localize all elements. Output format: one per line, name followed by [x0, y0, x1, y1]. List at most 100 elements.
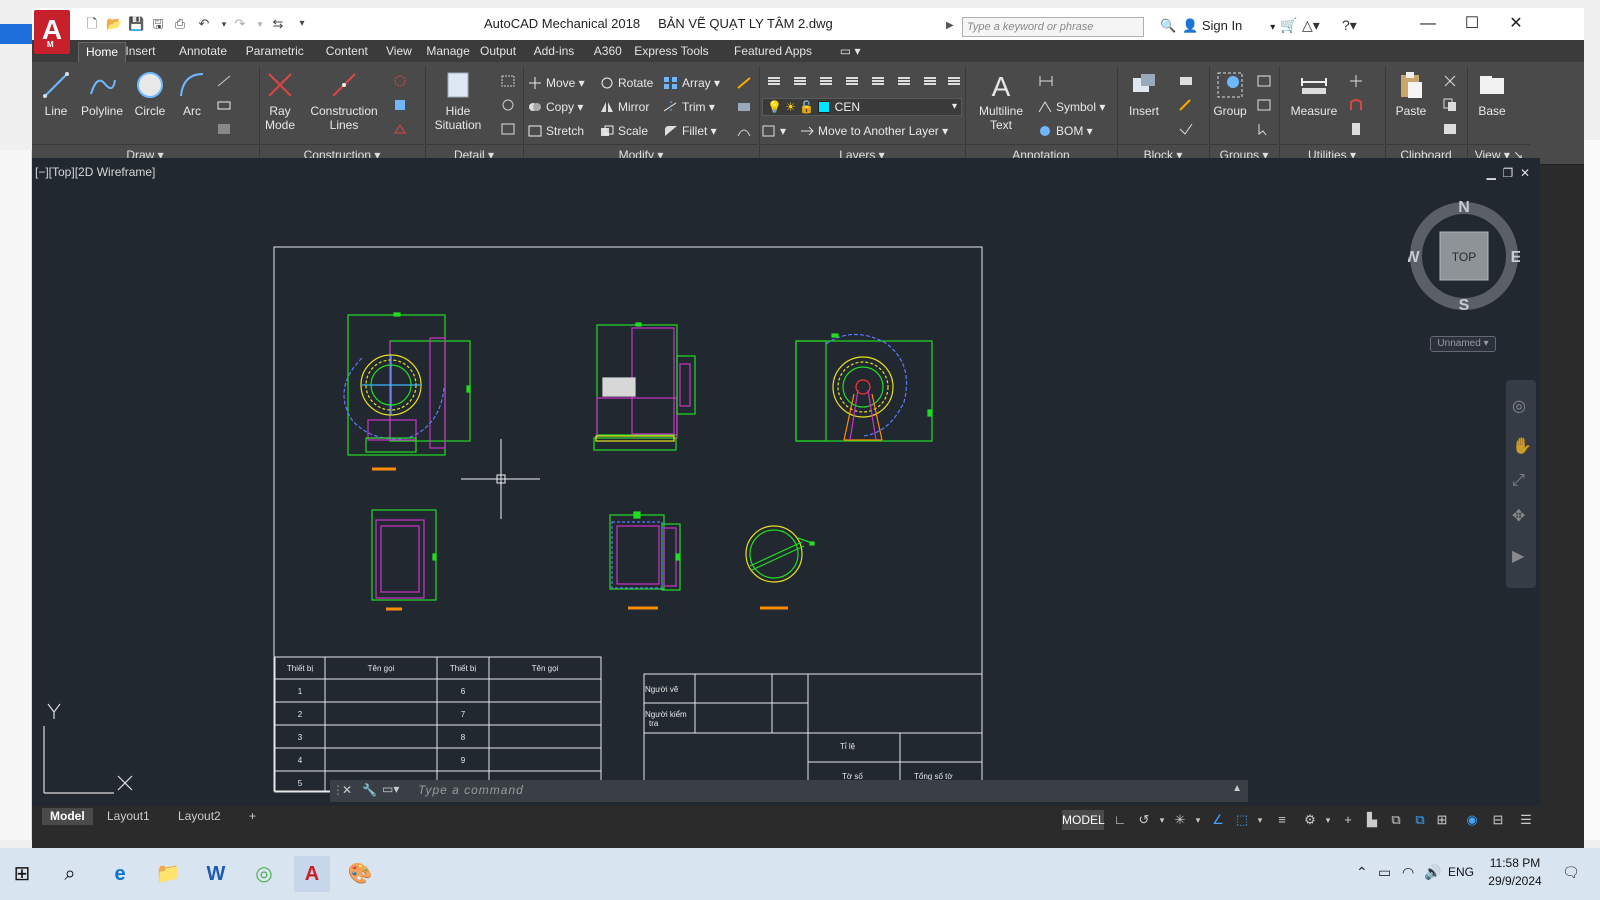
dynamic-input-icon[interactable]: ⬚	[1234, 812, 1250, 828]
hatch-icon[interactable]	[216, 122, 232, 136]
layer-state-icon[interactable]	[792, 74, 808, 88]
quick-select-icon[interactable]	[1348, 74, 1364, 88]
undo-icon[interactable]: ↶	[196, 16, 212, 32]
paint-icon[interactable]: 🎨	[342, 856, 378, 892]
layer-walk-icon[interactable]	[946, 74, 962, 88]
a360-icon[interactable]: △▾	[1302, 17, 1320, 34]
qat-customize-icon[interactable]: ▾	[294, 16, 310, 32]
move-button[interactable]: Move ▾	[528, 74, 585, 92]
taskbar-clock[interactable]: 11:58 PM 29/9/2024	[1482, 854, 1548, 890]
properties-icon[interactable]: ⊟	[1490, 812, 1506, 828]
inlet-box-view[interactable]	[609, 511, 681, 610]
save-icon[interactable]: 💾	[128, 16, 144, 32]
maximize-button[interactable]: ☐	[1450, 12, 1494, 36]
cart-icon[interactable]: 🛒	[1280, 17, 1297, 34]
isolate-objects-icon[interactable]: ▙	[1364, 812, 1380, 828]
minimize-button[interactable]: —	[1406, 12, 1450, 36]
add-layout-icon[interactable]: +	[241, 808, 264, 825]
arc-button[interactable]: Arc	[176, 70, 208, 118]
open-file-icon[interactable]: 📂	[106, 16, 122, 32]
model-space-button[interactable]: MODEL	[1062, 810, 1105, 830]
copy-with-base-icon[interactable]	[1442, 122, 1458, 136]
units-icon[interactable]: ◉	[1464, 812, 1480, 828]
close-command-line-icon[interactable]: ✕	[342, 783, 352, 797]
tab-output[interactable]: Output	[473, 42, 523, 62]
scale-button[interactable]: Scale	[600, 122, 648, 140]
fan-rear-view[interactable]	[795, 333, 933, 442]
tab-view[interactable]: View	[379, 42, 419, 62]
break-icon[interactable]	[500, 122, 516, 136]
search-expand-icon[interactable]: ▶	[946, 20, 954, 31]
tab-annotate[interactable]: Annotate	[172, 42, 234, 62]
calculator-icon[interactable]	[1348, 122, 1364, 136]
copy-clip-icon[interactable]	[1442, 98, 1458, 112]
osnap-dropdown-icon[interactable]: ▾	[1190, 812, 1206, 828]
layer-properties-icon[interactable]	[766, 74, 782, 88]
app-green-icon[interactable]: ◎	[246, 856, 282, 892]
layout-tab-model[interactable]: Model	[42, 808, 93, 825]
layer-isolate-icon[interactable]	[818, 74, 834, 88]
block-attribute-icon[interactable]	[1178, 122, 1194, 136]
wifi-icon[interactable]: ◠	[1402, 864, 1414, 881]
multiline-text-button[interactable]: A Multiline Text	[970, 70, 1032, 132]
offset-icon[interactable]	[736, 124, 752, 138]
annotation-plus-icon[interactable]: +	[1340, 812, 1356, 828]
binoculars-icon[interactable]: 🔍	[1160, 18, 1176, 34]
group-button[interactable]: Group	[1212, 70, 1248, 118]
help-icon[interactable]: ?▾	[1342, 17, 1357, 34]
undo-dropdown-icon[interactable]: ▾	[216, 16, 232, 32]
construction-circle-icon[interactable]	[392, 74, 408, 88]
drawing-canvas[interactable]: Thiết bị Tên gọi Thiết bị Tên gọi 1 6 2 …	[32, 158, 1540, 806]
share-icon[interactable]: ⇆	[270, 16, 286, 32]
autocad-taskbar-icon[interactable]: A	[294, 856, 330, 892]
command-line[interactable]: ⋮ ✕ 🔧 ▭▾ Type a command ▲	[330, 780, 1248, 802]
workspace-gear-icon[interactable]: ⚙	[1302, 812, 1318, 828]
cut-icon[interactable]	[1442, 74, 1458, 88]
search-icon[interactable]: ⌕	[52, 856, 88, 892]
move-to-another-layer-button[interactable]: Move to Another Layer ▾	[800, 122, 948, 140]
layer-freeze-icon[interactable]	[870, 74, 886, 88]
close-button[interactable]: ✕	[1494, 12, 1538, 36]
hardware-acceleration-icon[interactable]: ⧉	[1388, 812, 1404, 828]
create-block-icon[interactable]	[1178, 74, 1194, 88]
layer-match-button[interactable]: ▾	[762, 122, 786, 140]
search-input[interactable]: Type a keyword or phrase	[962, 17, 1144, 37]
tab-insert[interactable]: Insert	[118, 42, 162, 62]
layer-match-icon[interactable]	[922, 74, 938, 88]
drawing-viewport[interactable]: [−][Top][2D Wireframe] ▁ ❐ ✕ TOP N S E W…	[32, 158, 1540, 806]
save-as-icon[interactable]: 🖫	[150, 16, 166, 32]
notifications-icon[interactable]: 🗨	[1562, 864, 1580, 881]
snap-dropdown-icon[interactable]: ▾	[1252, 812, 1268, 828]
tab-express-tools[interactable]: Express Tools	[627, 42, 715, 62]
ribbon-display-toggle-icon[interactable]: ▭ ▾	[833, 42, 868, 62]
layer-dropdown[interactable]: 💡 ☀ 🔓 CEN ▾	[762, 98, 962, 116]
clean-screen-icon[interactable]: ⧉	[1412, 812, 1428, 828]
measure-button[interactable]: Measure	[1286, 70, 1342, 118]
layer-off-icon[interactable]	[896, 74, 912, 88]
command-input[interactable]: Type a command	[418, 783, 524, 797]
group-edit-icon[interactable]	[1256, 98, 1272, 112]
insert-block-button[interactable]: Insert	[1122, 70, 1166, 118]
mirror-button[interactable]: Mirror	[600, 98, 649, 116]
word-icon[interactable]: W	[198, 856, 234, 892]
fillet-button[interactable]: Fillet ▾	[664, 122, 717, 140]
tab-featured-apps[interactable]: Featured Apps	[727, 42, 819, 62]
construction-box-icon[interactable]	[392, 98, 408, 112]
group-select-icon[interactable]	[1256, 122, 1272, 136]
fan-side-view[interactable]	[593, 322, 696, 451]
explode-icon[interactable]	[736, 76, 752, 90]
base-view-button[interactable]: Base	[1472, 70, 1512, 118]
erase-icon[interactable]	[736, 100, 752, 114]
point-style-icon[interactable]	[1348, 98, 1364, 112]
fan-front-view[interactable]	[343, 312, 471, 471]
workspace-dropdown-icon[interactable]: ▾	[1320, 812, 1336, 828]
layout-tab-layout1[interactable]: Layout1	[99, 808, 158, 825]
customize-wrench-icon[interactable]: 🔧	[362, 783, 377, 797]
housing-top-view[interactable]	[371, 509, 437, 611]
sign-in-button[interactable]: 👤 Sign In ▾	[1182, 18, 1275, 34]
rotate-button[interactable]: Rotate	[600, 74, 653, 92]
annotation-monitor-icon[interactable]: ⊞	[1434, 812, 1450, 828]
detail-view-icon[interactable]	[500, 74, 516, 88]
battery-icon[interactable]: ▭	[1378, 864, 1391, 881]
rectangle-tool-icon[interactable]	[216, 98, 232, 112]
